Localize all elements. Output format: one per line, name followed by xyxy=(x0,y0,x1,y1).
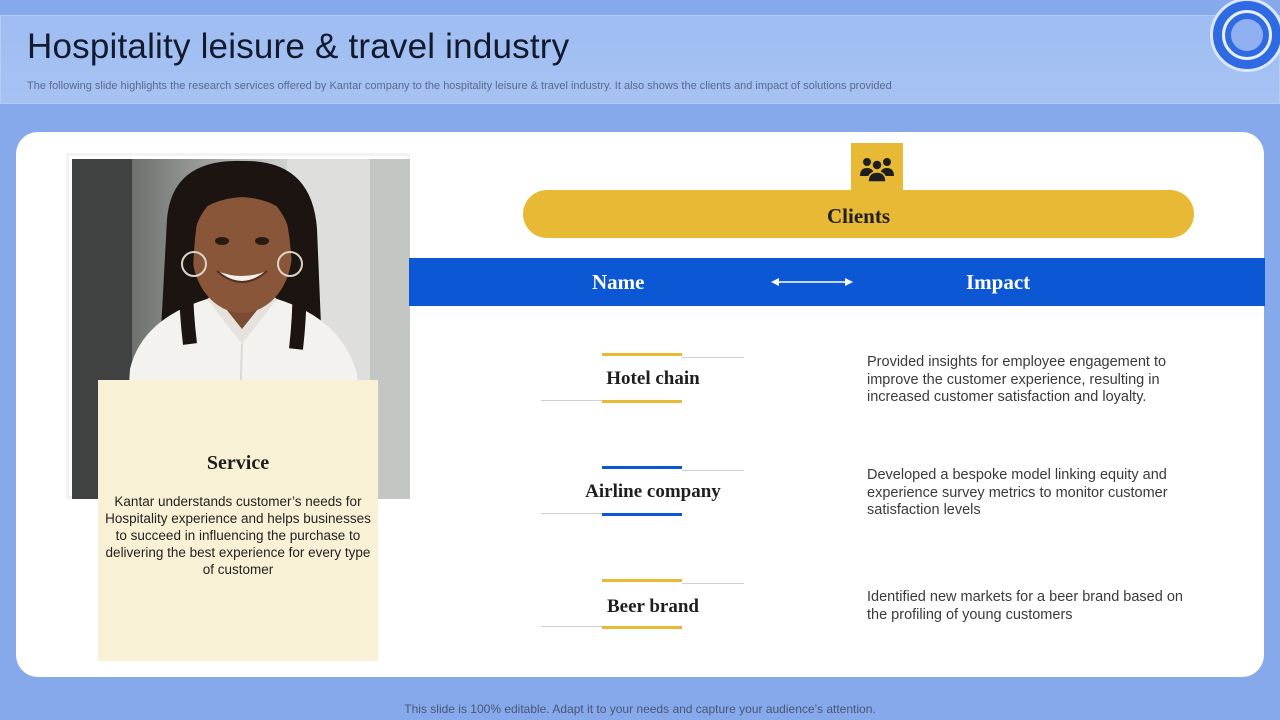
row-divider xyxy=(541,513,603,514)
row-divider xyxy=(682,583,744,584)
circle-decoration xyxy=(1210,0,1280,72)
row-divider xyxy=(682,357,744,358)
row-divider xyxy=(541,626,603,627)
row-accent-top xyxy=(602,466,682,469)
impact-column-header: Impact xyxy=(966,270,1031,294)
clients-title: Clients xyxy=(827,203,890,228)
client-impact-beer-brand: Identified new markets for a beer brand … xyxy=(867,589,1183,623)
service-box: Service Kantar understands customer’s ne… xyxy=(98,380,378,661)
row-accent-top xyxy=(602,353,682,356)
users-group-icon xyxy=(849,141,905,197)
client-name-beer-brand: Beer brand xyxy=(606,596,699,617)
header-banner: Hospitality leisure & travel industry Th… xyxy=(0,15,1280,104)
service-title: Service xyxy=(206,452,270,474)
page-title: Hospitality leisure & travel industry xyxy=(27,27,570,66)
client-impact-hotel-chain: Provided insights for employee engagemen… xyxy=(867,354,1167,405)
row-accent-bottom xyxy=(602,626,682,629)
clients-banner: Clients xyxy=(523,190,1194,238)
row-divider xyxy=(541,400,603,401)
row-accent-bottom xyxy=(602,400,682,403)
client-impact-airline-company: Developed a bespoke model linking equity… xyxy=(867,467,1168,518)
row-accent-bottom xyxy=(602,513,682,516)
client-name-hotel-chain: Hotel chain xyxy=(606,368,700,389)
page-subtitle: The following slide highlights the resea… xyxy=(27,80,892,92)
name-column-header: Name xyxy=(592,270,645,294)
footer-note: This slide is 100% editable. Adapt it to… xyxy=(404,702,876,716)
row-divider xyxy=(682,470,744,471)
client-name-airline-company: Airline company xyxy=(585,481,721,502)
double-arrow-icon xyxy=(771,278,853,286)
table-header-bar: Name Impact xyxy=(409,258,1265,306)
service-description: Kantar understands customer’s needs for … xyxy=(105,494,371,577)
row-accent-top xyxy=(602,579,682,582)
